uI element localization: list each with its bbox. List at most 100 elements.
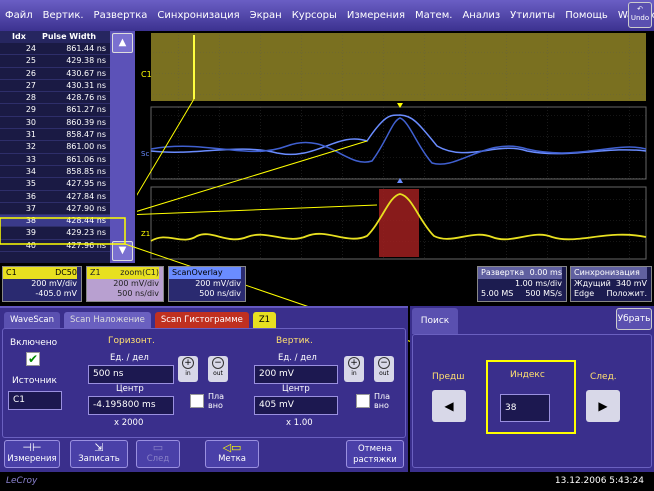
row-index: 33 (25, 154, 36, 164)
chevron-up-icon: ▲ (118, 37, 127, 48)
menu-item[interactable]: Анализ (457, 10, 505, 21)
vert-zoom-in-button[interactable]: + in (344, 356, 364, 382)
row-index: 27 (25, 80, 36, 90)
table-row[interactable]: 26 430.67 ns (0, 68, 110, 80)
row-pulse-width: 858.47 ns (66, 130, 106, 140)
dialog-tabs: WaveScan Scan Наложение Scan Гистограмме… (4, 312, 277, 328)
table-row[interactable]: 28 428.76 ns (0, 92, 110, 105)
scroll-down-button[interactable]: ▼ (112, 241, 133, 261)
row-index: 28 (25, 93, 36, 103)
tab-z1[interactable]: Z1 (252, 312, 277, 328)
menu-item[interactable]: Экран (245, 10, 287, 21)
measure-button[interactable]: ⊣⊢ Измерения (4, 440, 60, 468)
undo-button[interactable]: ↶ Undo (628, 2, 652, 28)
minus-icon: − (212, 357, 224, 369)
menu-item[interactable]: Курсоры (287, 10, 342, 21)
f1-descriptor[interactable]: ScanOverlay 200 mV/div 500 ns/div (168, 266, 246, 302)
vert-unit-input[interactable]: 200 mV (254, 365, 338, 384)
zoom-pulse-highlight (379, 189, 419, 257)
menu-item[interactable]: Развертка (89, 10, 153, 21)
horiz-zoom-in-button[interactable]: + in (178, 356, 198, 382)
table-row[interactable]: 34 858.85 ns (0, 166, 110, 179)
table-row[interactable]: 39 429.23 ns (0, 227, 110, 240)
scroll-up-button[interactable]: ▲ (112, 33, 133, 53)
c1-descriptor[interactable]: C1 DC50 200 mV/div -405.0 mV (2, 266, 82, 302)
menu-item[interactable]: Синхронизация (152, 10, 244, 21)
table-row[interactable]: 36 427.84 ns (0, 191, 110, 203)
menu-item[interactable]: Матем. (410, 10, 457, 21)
row-index: 25 (25, 56, 36, 66)
f1-label: Sc (141, 150, 149, 158)
table-row[interactable]: 40 427.96 ns (0, 240, 110, 253)
row-pulse-width: 427.84 ns (66, 191, 106, 201)
tab-wavescan[interactable]: WaveScan (4, 312, 60, 328)
table-scrollbar[interactable]: ▲ ▼ (110, 31, 135, 263)
tab-search[interactable]: Поиск (412, 308, 458, 334)
header-pulse-width: Pulse Width (42, 32, 97, 41)
prev-label: Предш (432, 372, 465, 382)
row-index: 39 (25, 228, 36, 238)
horiz-unit-input[interactable]: 500 ns (88, 365, 174, 384)
undo-icon: ↶ (637, 5, 643, 13)
menu-item[interactable]: Вертик. (38, 10, 89, 21)
index-input[interactable]: 38 (500, 394, 550, 422)
c1-label: C1 (141, 70, 152, 79)
table-row[interactable]: 29 861.27 ns (0, 104, 110, 117)
channel-descriptor-bar: C1 DC50 200 mV/div -405.0 mV Z1 zoom(C1) 2… (0, 264, 654, 304)
ruler-icon: ⊣⊢ (22, 441, 42, 454)
prev-button[interactable]: ◀ (432, 390, 466, 422)
enabled-checkbox[interactable]: ✔ (26, 352, 40, 366)
table-row[interactable]: 31 858.47 ns (0, 129, 110, 142)
vert-fine-label: Пла вно (374, 392, 391, 410)
z1-descriptor[interactable]: Z1 zoom(C1) 200 mV/div 500 ns/div (86, 266, 164, 302)
horiz-fine-checkbox[interactable] (190, 394, 204, 408)
table-row[interactable]: 32 861.00 ns (0, 141, 110, 154)
table-row[interactable]: 37 427.90 ns (0, 203, 110, 216)
table-row[interactable]: 35 427.95 ns (0, 178, 110, 191)
plus-icon: + (348, 357, 360, 369)
row-pulse-width: 427.95 ns (66, 179, 106, 189)
next-marker-button[interactable]: ▭ След (136, 440, 180, 468)
undo-zoom-button[interactable]: Отмена растяжки (346, 440, 404, 468)
row-index: 34 (25, 166, 36, 176)
row-index: 24 (25, 44, 36, 53)
table-row[interactable]: 38 428.44 ns (0, 215, 110, 228)
zoom-setup-panel: WaveScan Scan Наложение Scan Гистограмме… (0, 306, 408, 472)
vert-fine-checkbox[interactable] (356, 394, 370, 408)
status-bar: LeCroy 13.12.2006 5:43:24 (0, 473, 654, 491)
vert-title: Вертик. (276, 336, 313, 346)
table-row[interactable]: 27 430.31 ns (0, 80, 110, 93)
menu-item[interactable]: Помощь (560, 10, 613, 21)
tab-scan-histogram[interactable]: Scan Гистограмме (154, 312, 249, 328)
row-index: 35 (25, 179, 36, 189)
horiz-title: Горизонт. (108, 336, 155, 346)
table-row[interactable]: 25 429.38 ns (0, 55, 110, 68)
tab-scan-overlay[interactable]: Scan Наложение (64, 312, 151, 328)
table-row[interactable]: 30 860.39 ns (0, 117, 110, 130)
menu-bar: Файл Вертик. Развертка Синхронизация Экран Ку… (0, 0, 654, 31)
horiz-fine-label: Пла вно (208, 392, 225, 410)
vert-zoom-out-button[interactable]: − out (374, 356, 394, 382)
table-row[interactable]: 24 861.44 ns (0, 43, 110, 56)
row-index: 31 (25, 130, 36, 140)
plus-icon: + (182, 357, 194, 369)
vert-center-input[interactable]: 405 mV (254, 396, 338, 415)
menu-item[interactable]: Файл (0, 10, 38, 21)
horiz-center-input[interactable]: -4.195800 ms (88, 396, 174, 415)
store-button[interactable]: ⇲ Записать (70, 440, 128, 468)
source-select[interactable]: C1 (8, 391, 62, 410)
source-label: Источник (12, 376, 57, 386)
table-row[interactable]: 33 861.06 ns (0, 154, 110, 166)
menu-item[interactable]: Утилиты (505, 10, 560, 21)
menu-item[interactable]: Измерения (342, 10, 410, 21)
timebase-descriptor[interactable]: Развертка 0.00 ms 1.00 ms/div 5.00 MS 500 … (477, 266, 567, 302)
mark-button[interactable]: ◁▭ Метка (205, 440, 259, 468)
row-pulse-width: 861.00 ns (66, 142, 106, 152)
horiz-zoom-out-button[interactable]: − out (208, 356, 228, 382)
brand-logo: LeCroy (6, 476, 38, 486)
chevron-right-icon: ▶ (598, 399, 608, 413)
next-button[interactable]: ▶ (586, 390, 620, 422)
trigger-descriptor[interactable]: Синхронизация Ждущий 340 mV Edge Положит. (570, 266, 652, 302)
close-button[interactable]: Убрать (616, 308, 652, 330)
store-icon: ⇲ (94, 441, 104, 454)
